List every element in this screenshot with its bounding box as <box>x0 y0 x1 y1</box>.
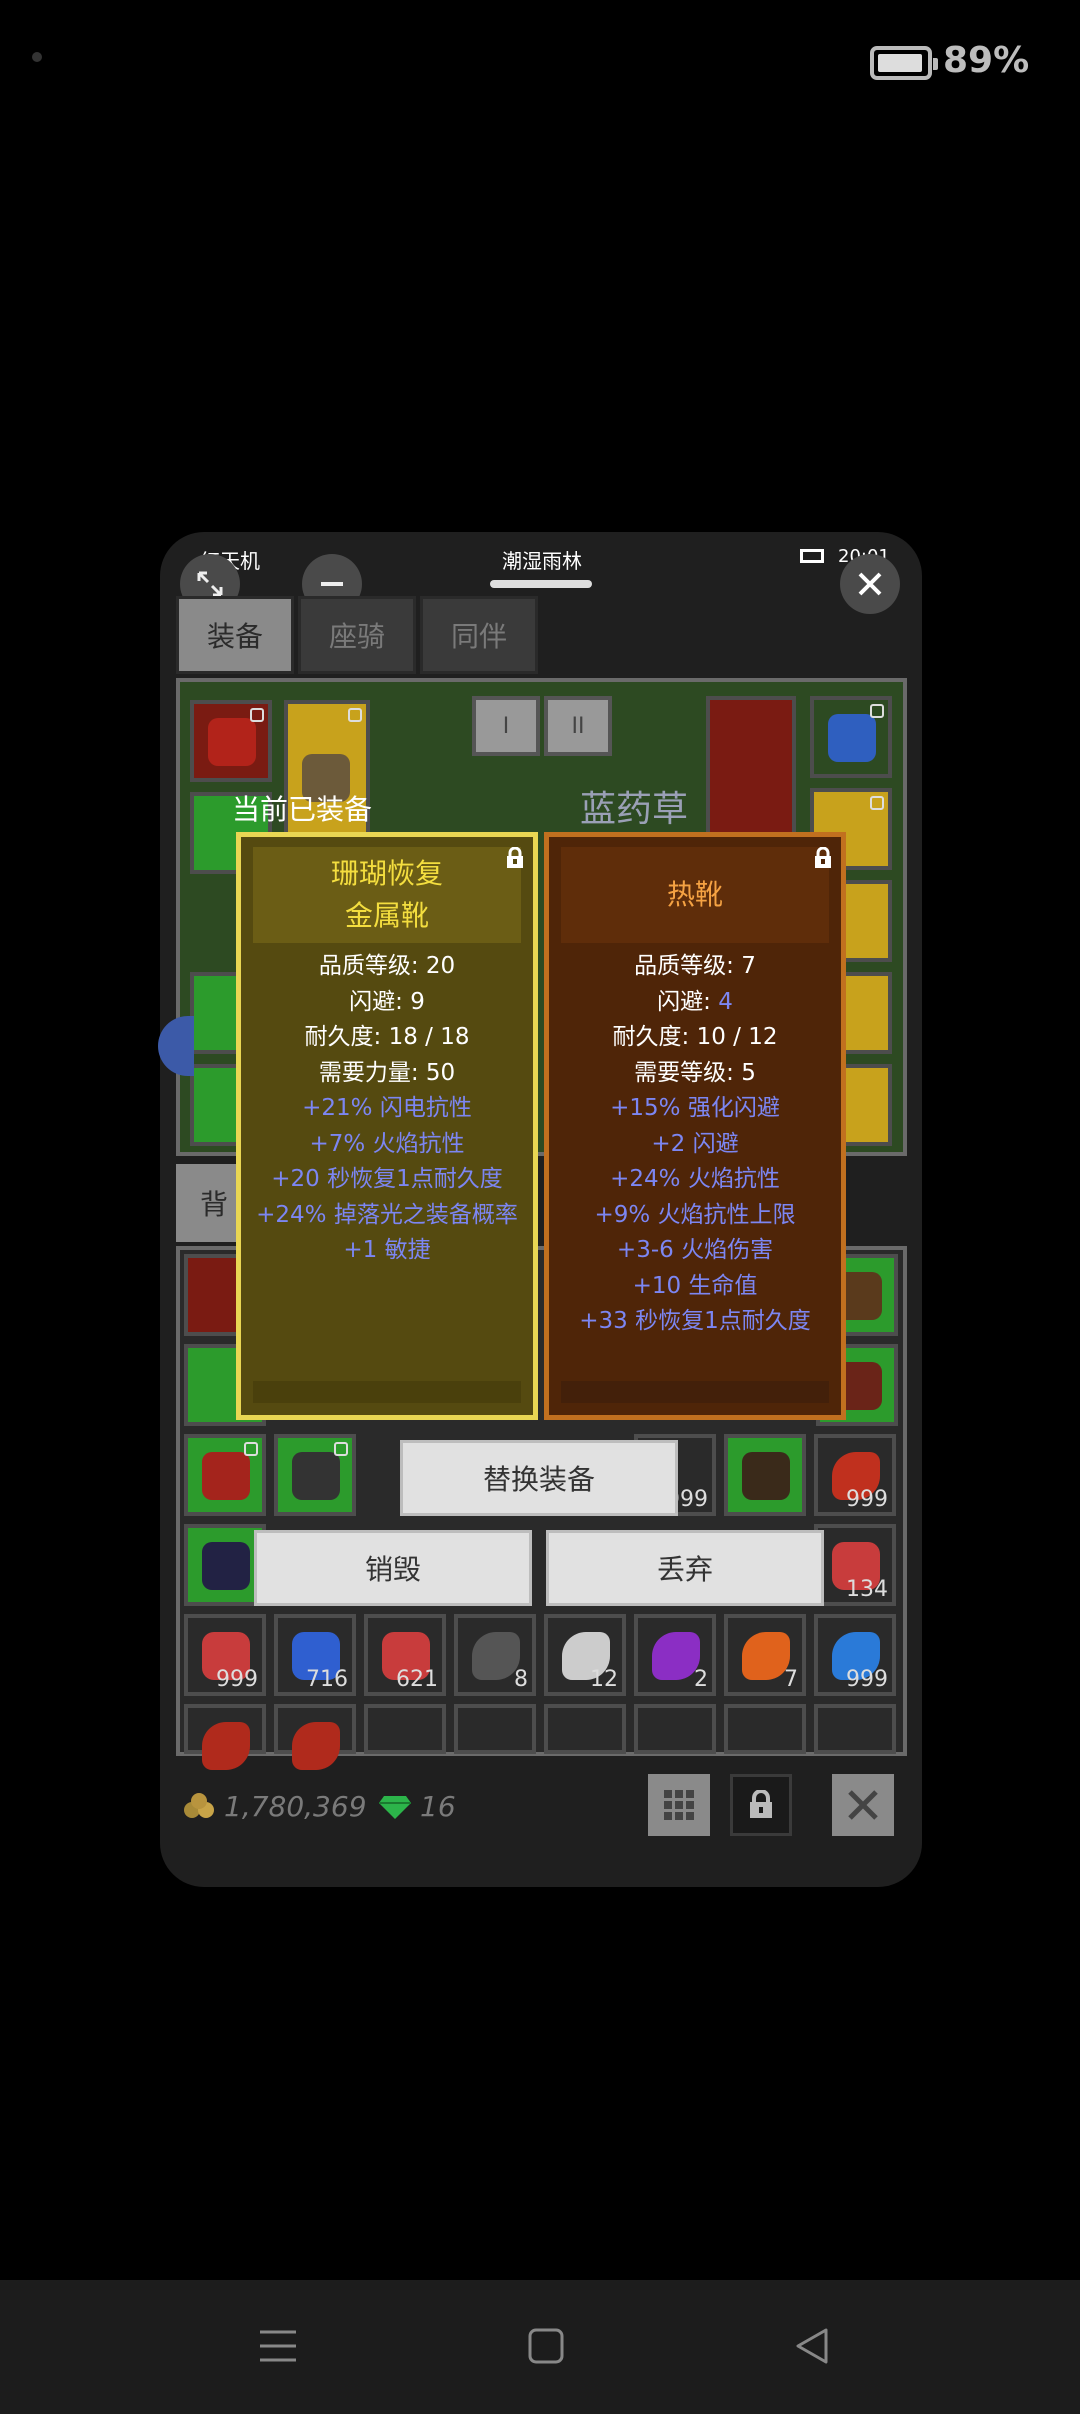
stat-line: 品质等级: 7 <box>634 953 756 979</box>
affix-line: +3-6 火焰伤害 <box>616 1237 774 1263</box>
window-battery-icon <box>800 549 824 563</box>
camera-dot <box>32 52 42 62</box>
item-name-line2: 金属靴 <box>344 899 429 932</box>
affix-line: +1 敏捷 <box>343 1237 431 1263</box>
helmet-icon <box>742 1452 790 1500</box>
bag-slot[interactable] <box>274 1434 356 1516</box>
stat-line: 需要力量: 50 <box>318 1059 456 1086</box>
item-stats: 品质等级: 20 闪避: 9 耐久度: 18 / 18 需要力量: 50 +21… <box>241 949 533 1269</box>
discard-button[interactable]: 丢弃 <box>546 1530 824 1606</box>
bag-slot[interactable]: 999 <box>814 1614 896 1696</box>
page-i-button[interactable]: I <box>472 696 540 756</box>
bag-slot[interactable] <box>724 1434 806 1516</box>
hover-item-label: 蓝药草 <box>580 789 689 830</box>
feather-icon <box>202 1722 250 1770</box>
affix-line: +2 闪避 <box>651 1130 739 1157</box>
affix-line: +15% 强化闪避 <box>610 1095 780 1121</box>
back-icon[interactable] <box>792 2326 832 2366</box>
stat-line: 耐久度: 10 / 12 <box>612 1024 778 1050</box>
page-ii-button[interactable]: II <box>544 696 612 756</box>
grid-view-button[interactable] <box>648 1774 710 1836</box>
bag-item-icon <box>202 1542 250 1590</box>
bag-slot[interactable] <box>454 1704 536 1754</box>
new-item-card: 热靴 品质等级: 7 闪避: 4 耐久度: 10 / 12 需要等级: 5 +1… <box>544 832 846 1420</box>
minus-icon <box>321 582 343 586</box>
gem-amount: 16 <box>420 1790 456 1823</box>
stat-line: 耐久度: 18 / 18 <box>304 1024 470 1050</box>
gold-coins-icon <box>184 1793 214 1818</box>
drag-handle[interactable] <box>490 580 592 588</box>
equip-slot-amulet[interactable] <box>810 696 892 778</box>
item-name: 热靴 <box>666 878 723 911</box>
bag-slot[interactable]: 999 <box>814 1434 896 1516</box>
hat-icon <box>208 718 256 766</box>
tab-mount[interactable]: 座骑 <box>298 596 416 674</box>
item-title: 珊瑚恢复 金属靴 <box>253 847 521 943</box>
lock-icon[interactable] <box>505 847 525 869</box>
bag-slot[interactable] <box>184 1704 266 1770</box>
equipped-item-card: 珊瑚恢复 金属靴 品质等级: 20 闪避: 9 耐久度: 18 / 18 需要力… <box>236 832 538 1420</box>
gem-icon <box>379 1796 411 1819</box>
armor-icon <box>202 1452 250 1500</box>
menu-icon[interactable] <box>258 2326 298 2366</box>
bag-slot[interactable]: 134 <box>814 1524 896 1606</box>
bag-slot[interactable] <box>544 1704 626 1754</box>
bag-slot[interactable]: 2 <box>634 1614 716 1696</box>
stat-line: 品质等级: 20 <box>318 953 456 979</box>
affix-line: +33 秒恢复1点耐久度 <box>579 1308 811 1334</box>
stat-line: 需要等级: 5 <box>634 1059 756 1086</box>
destroy-button[interactable]: 销毁 <box>254 1530 532 1606</box>
close-panel-button[interactable] <box>832 1774 894 1836</box>
gold-amount: 1,780,369 <box>224 1790 367 1823</box>
bag-slot[interactable]: 8 <box>454 1614 536 1696</box>
affix-line: +24% 掉落光之装备概率 <box>256 1201 518 1228</box>
feather-icon <box>652 1632 700 1680</box>
helmet-icon <box>828 714 876 762</box>
affix-line: +9% 火焰抗性上限 <box>594 1201 796 1228</box>
bag-slot[interactable] <box>364 1704 446 1754</box>
affix-line: +20 秒恢复1点耐久度 <box>271 1166 503 1192</box>
stat-line: 闪避: 9 <box>349 988 425 1015</box>
lock-icon <box>750 1790 772 1818</box>
battery-percent: 89% <box>943 40 1030 81</box>
bag-slot[interactable]: 7 <box>724 1614 806 1696</box>
tab-bag[interactable]: 背 <box>176 1164 236 1242</box>
feather-icon <box>742 1632 790 1680</box>
bag-slot[interactable]: 621 <box>364 1614 446 1696</box>
equip-slot-helmet[interactable] <box>190 700 272 782</box>
bag-slot[interactable] <box>724 1704 806 1754</box>
stat-line: 闪避: 4 <box>657 988 733 1015</box>
item-stats: 品质等级: 7 闪避: 4 耐久度: 10 / 12 需要等级: 5 +15% … <box>549 949 841 1340</box>
tab-companion[interactable]: 同伴 <box>420 596 538 674</box>
close-window-button[interactable] <box>840 554 900 614</box>
helmet-icon <box>292 1452 340 1500</box>
affix-line: +10 生命值 <box>632 1272 758 1299</box>
bag-slot[interactable] <box>184 1434 266 1516</box>
grid-icon <box>664 1790 694 1820</box>
feather-icon <box>472 1632 520 1680</box>
bag-slot[interactable] <box>274 1704 356 1770</box>
bag-slot[interactable] <box>634 1704 716 1754</box>
current-equipped-label: 当前已装备 <box>232 793 373 826</box>
replace-equipment-button[interactable]: 替换装备 <box>400 1440 678 1516</box>
bag-slot[interactable] <box>814 1704 896 1754</box>
bag-slot[interactable]: 12 <box>544 1614 626 1696</box>
affix-line: +24% 火焰抗性 <box>610 1166 780 1192</box>
home-icon[interactable] <box>526 2326 566 2366</box>
tab-equipment[interactable]: 装备 <box>176 596 294 674</box>
item-name-line1: 珊瑚恢复 <box>330 857 443 890</box>
close-icon <box>858 572 882 596</box>
lock-button[interactable] <box>730 1774 792 1836</box>
location-name: 潮湿雨林 <box>502 549 582 573</box>
bag-slot[interactable]: 716 <box>274 1614 356 1696</box>
feather-icon <box>292 1722 340 1770</box>
lock-icon[interactable] <box>813 847 833 869</box>
battery-icon <box>870 46 938 80</box>
bag-slot[interactable]: 999 <box>184 1614 266 1696</box>
item-title: 热靴 <box>561 847 829 943</box>
expand-icon <box>197 571 223 597</box>
affix-line: +21% 闪电抗性 <box>302 1095 472 1121</box>
close-icon <box>848 1790 878 1820</box>
affix-line: +7% 火焰抗性 <box>309 1130 465 1157</box>
